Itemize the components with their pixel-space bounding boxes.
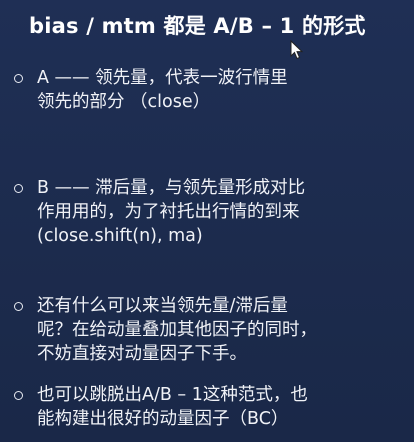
bullet-text: B —— 滞后量，与领先量形成对比 作用用的，为了衬托出行情的到来 (close…: [37, 176, 404, 248]
bullet-text: 还有什么可以来当领先量/滞后量 呢？在给动量叠加其他因子的同时， 不妨直接对动量…: [37, 294, 404, 366]
bullet-line: (close.shift(n), ma): [37, 226, 203, 246]
bullet-item: 也可以跳脱出A/B – 1这种范式，也 能构建出很好的动量因子（BC）: [14, 383, 404, 431]
bullet-item: 还有什么可以来当领先量/滞后量 呢？在给动量叠加其他因子的同时， 不妨直接对动量…: [14, 294, 404, 366]
hollow-circle-bullet-icon: [14, 391, 23, 400]
bullet-line: 作用用的，为了衬托出行情的到来: [37, 202, 300, 222]
bullet-line: 能构建出很好的动量因子（BC）: [37, 409, 289, 429]
hollow-circle-bullet-icon: [14, 302, 23, 311]
bullet-line: 还有什么可以来当领先量/滞后量: [37, 296, 288, 316]
hollow-circle-bullet-icon: [14, 184, 23, 193]
bullet-text: A —— 领先量，代表一波行情里 领先的部分 （close）: [37, 66, 404, 114]
bullet-item: A —— 领先量，代表一波行情里 领先的部分 （close）: [14, 66, 404, 114]
mouse-pointer-icon: [290, 40, 304, 60]
hollow-circle-bullet-icon: [14, 74, 23, 83]
slide: bias / mtm 都是 A/B – 1 的形式 A —— 领先量，代表一波行…: [0, 0, 414, 442]
bullet-line: 不妨直接对动量因子下手。: [37, 344, 247, 364]
bullet-line: 呢？在给动量叠加其他因子的同时，: [37, 320, 317, 340]
slide-title: bias / mtm 都是 A/B – 1 的形式: [29, 14, 366, 38]
bullet-line: A —— 领先量，代表一波行情里: [37, 68, 288, 88]
bullet-line: B —— 滞后量，与领先量形成对比: [37, 178, 306, 198]
bullet-line: 也可以跳脱出A/B – 1这种范式，也: [37, 385, 308, 405]
bullet-item: B —— 滞后量，与领先量形成对比 作用用的，为了衬托出行情的到来 (close…: [14, 176, 404, 248]
bullet-text: 也可以跳脱出A/B – 1这种范式，也 能构建出很好的动量因子（BC）: [37, 383, 404, 431]
bullet-line: 领先的部分 （close）: [37, 92, 211, 112]
